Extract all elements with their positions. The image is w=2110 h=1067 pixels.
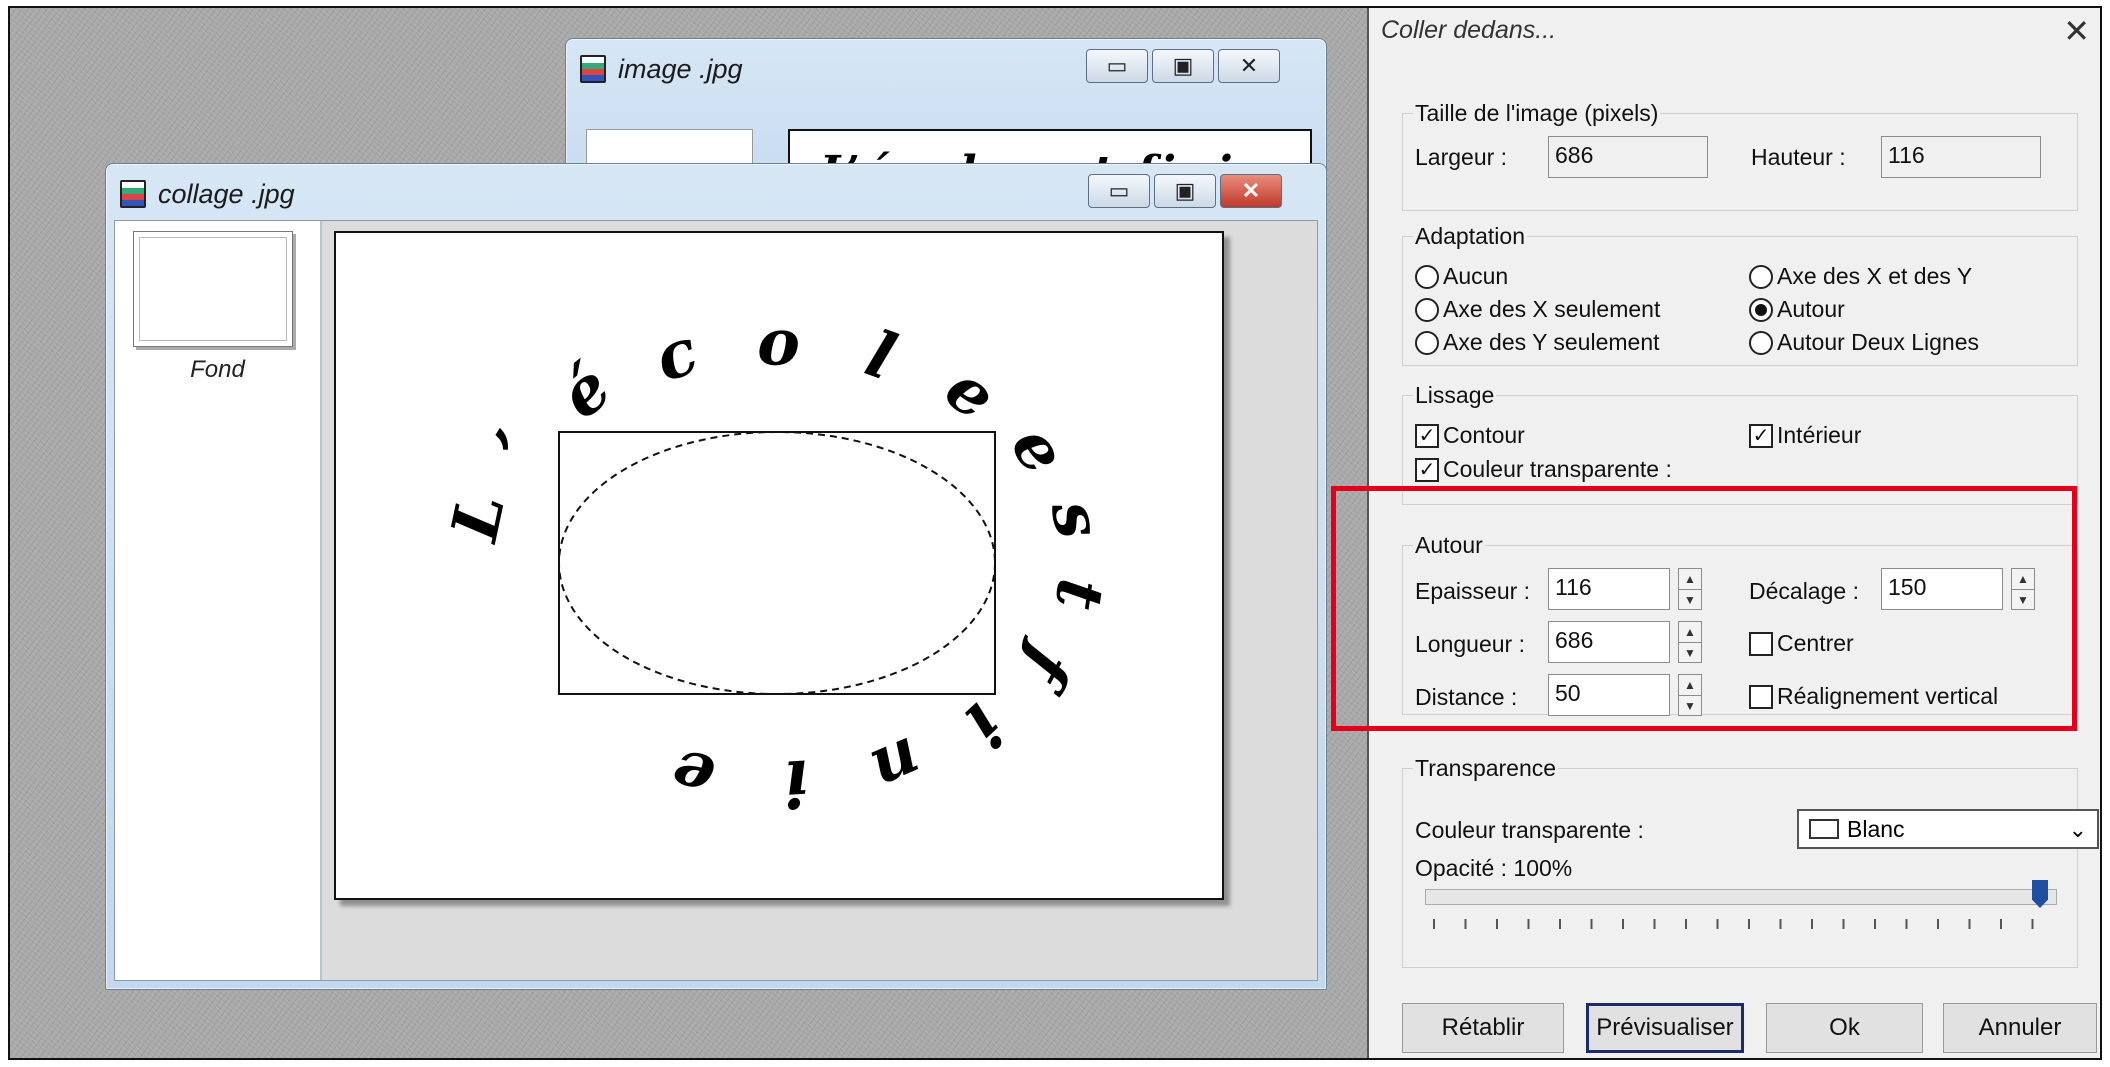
image-window-title: image .jpg — [618, 53, 743, 84]
opacity-label: Opacité : 100% — [1415, 855, 1573, 881]
collage-window-titlebar[interactable]: collage .jpg — [120, 176, 295, 212]
opacity-slider-ticks — [1433, 919, 2053, 929]
smoothing-legend: Lissage — [1413, 382, 1497, 409]
radio-y-only-indicator[interactable] — [1415, 330, 1439, 355]
radio-around-two-lines-label: Autour Deux Lignes — [1777, 329, 1980, 355]
checkbox-interior-label: Intérieur — [1777, 422, 1862, 448]
radio-x-only-label: Axe des X seulement — [1443, 296, 1661, 322]
radio-x-only-indicator[interactable] — [1415, 297, 1439, 322]
canvas-area: L’ é c o l e e s t f i n i e — [322, 221, 1317, 980]
curved-text-letter: ’ — [479, 419, 555, 477]
ok-button[interactable]: Ok — [1766, 1003, 1923, 1053]
checkbox-contour-box[interactable]: ✓ — [1415, 423, 1439, 448]
radio-none[interactable]: Aucun — [1415, 263, 1508, 290]
radio-around-indicator[interactable] — [1749, 297, 1773, 322]
radio-none-indicator[interactable] — [1415, 264, 1439, 289]
layer-thumbnail-fond[interactable] — [133, 231, 293, 347]
radio-y-only[interactable]: Axe des Y seulement — [1415, 329, 1660, 356]
collage-drawing: L’é c o l eestfinie — [437, 305, 1118, 820]
curved-text-letter: i — [782, 744, 811, 820]
paste-ellipse-guide — [558, 431, 996, 695]
adaptation-group: Adaptation Aucun Axe des X et des Y Axe … — [1402, 223, 2078, 366]
curved-text-letter: t — [1040, 574, 1118, 614]
radio-xy[interactable]: Axe des X et des Y — [1749, 263, 1972, 290]
radio-y-only-label: Axe des Y seulement — [1443, 329, 1660, 355]
curved-text-letter: s — [1035, 493, 1116, 544]
image-size-legend: Taille de l'image (pixels) — [1413, 100, 1661, 127]
layers-pane: Fond — [115, 221, 322, 980]
minimize-button[interactable]: ▭ — [1088, 174, 1150, 208]
collage-canvas[interactable]: L’ é c o l e e s t f i n i e — [334, 231, 1224, 900]
transparency-legend: Transparence — [1413, 755, 1559, 782]
checkbox-contour[interactable]: ✓ Contour — [1415, 422, 1525, 449]
curved-text-letter: é — [546, 350, 625, 434]
checkbox-transparent-color-box[interactable]: ✓ — [1415, 457, 1439, 482]
close-button[interactable]: ✕ — [1218, 49, 1280, 83]
width-field: 686 — [1548, 136, 1708, 178]
adaptation-legend: Adaptation — [1413, 223, 1527, 250]
minimize-icon: ▭ — [1106, 53, 1128, 78]
transparency-group: Transparence Couleur transparente : Blan… — [1402, 755, 2099, 968]
curved-text-letter: n — [861, 722, 933, 809]
cancel-button[interactable]: Annuler — [1943, 1003, 2097, 1053]
curved-text-letter: o — [757, 305, 800, 380]
dialog-close-icon[interactable]: ✕ — [2063, 12, 2090, 50]
radio-around-two-lines-indicator[interactable] — [1749, 330, 1773, 355]
checkbox-interior[interactable]: ✓ Intérieur — [1749, 422, 1861, 449]
color-swatch — [1809, 819, 1839, 839]
transparent-color-label: Couleur transparente : — [1415, 817, 1644, 843]
transparent-color-select[interactable]: Blanc ⌄ — [1797, 809, 2099, 849]
height-label: Hauteur : — [1751, 144, 1846, 170]
close-icon: ✕ — [1239, 53, 1259, 78]
close-button[interactable]: ✕ — [1220, 174, 1282, 208]
desktop-background: image .jpg ▭ ▣ ✕ L’école est finie colla… — [10, 8, 1367, 1058]
checkbox-contour-label: Contour — [1443, 422, 1525, 448]
curved-text: L’é c o l eestfinie — [437, 305, 1118, 820]
curved-text-letter: L — [437, 487, 520, 549]
width-label: Largeur : — [1415, 144, 1508, 170]
radio-xy-label: Axe des X et des Y — [1777, 263, 1973, 289]
radio-around-label: Autour — [1777, 296, 1845, 322]
checkbox-transparent-color[interactable]: ✓ Couleur transparente : — [1415, 456, 1672, 483]
maximize-button[interactable]: ▣ — [1152, 49, 1214, 83]
close-icon: ✕ — [1241, 178, 1261, 203]
height-field: 116 — [1881, 136, 2041, 178]
transparent-color-value: Blanc — [1847, 815, 1905, 842]
paste-rectangle — [558, 431, 996, 695]
image-size-group: Taille de l'image (pixels) Largeur : 686… — [1402, 100, 2078, 211]
curved-text-letter: c — [645, 314, 707, 398]
collage-window[interactable]: collage .jpg ▭ ▣ ✕ Fond L’ é c o l e e s… — [105, 163, 1327, 990]
dialog-title: Coller dedans... — [1381, 16, 1557, 44]
minimize-button[interactable]: ▭ — [1086, 49, 1148, 83]
collage-window-body: Fond L’ é c o l e e s t f i n i e — [114, 220, 1318, 981]
curved-text-letter: e — [931, 351, 1010, 435]
image-file-icon — [580, 55, 606, 83]
opacity-slider-track[interactable] — [1425, 889, 2057, 905]
radio-xy-indicator[interactable] — [1749, 264, 1773, 289]
radio-around-two-lines[interactable]: Autour Deux Lignes — [1749, 329, 1979, 356]
screenshot-frame: image .jpg ▭ ▣ ✕ L’école est finie colla… — [8, 6, 2102, 1060]
checkbox-interior-box[interactable]: ✓ — [1749, 423, 1773, 448]
curved-text-letter: e — [663, 733, 723, 816]
maximize-icon: ▣ — [1174, 178, 1196, 203]
collage-window-title: collage .jpg — [158, 178, 295, 209]
radio-none-label: Aucun — [1443, 263, 1509, 289]
chevron-down-icon: ⌄ — [2068, 817, 2087, 842]
reset-button[interactable]: Rétablir — [1402, 1003, 1564, 1053]
preview-button[interactable]: Prévisualiser — [1586, 1003, 1744, 1053]
minimize-icon: ▭ — [1108, 178, 1130, 203]
maximize-button[interactable]: ▣ — [1154, 174, 1216, 208]
annotation-highlight-box — [1331, 486, 2077, 731]
curved-text-letter: f — [1003, 632, 1088, 703]
layer-label: Fond — [190, 356, 245, 383]
checkbox-transparent-color-label: Couleur transparente : — [1443, 456, 1672, 482]
curved-text-letter: e — [996, 413, 1081, 487]
radio-around[interactable]: Autour — [1749, 296, 1845, 323]
radio-x-only[interactable]: Axe des X seulement — [1415, 296, 1660, 323]
image-window-titlebar[interactable]: image .jpg — [580, 51, 743, 87]
collage-file-icon — [120, 180, 146, 208]
curved-text-letter: l — [856, 317, 904, 396]
maximize-icon: ▣ — [1172, 53, 1194, 78]
curved-text-letter: i — [950, 689, 1019, 761]
